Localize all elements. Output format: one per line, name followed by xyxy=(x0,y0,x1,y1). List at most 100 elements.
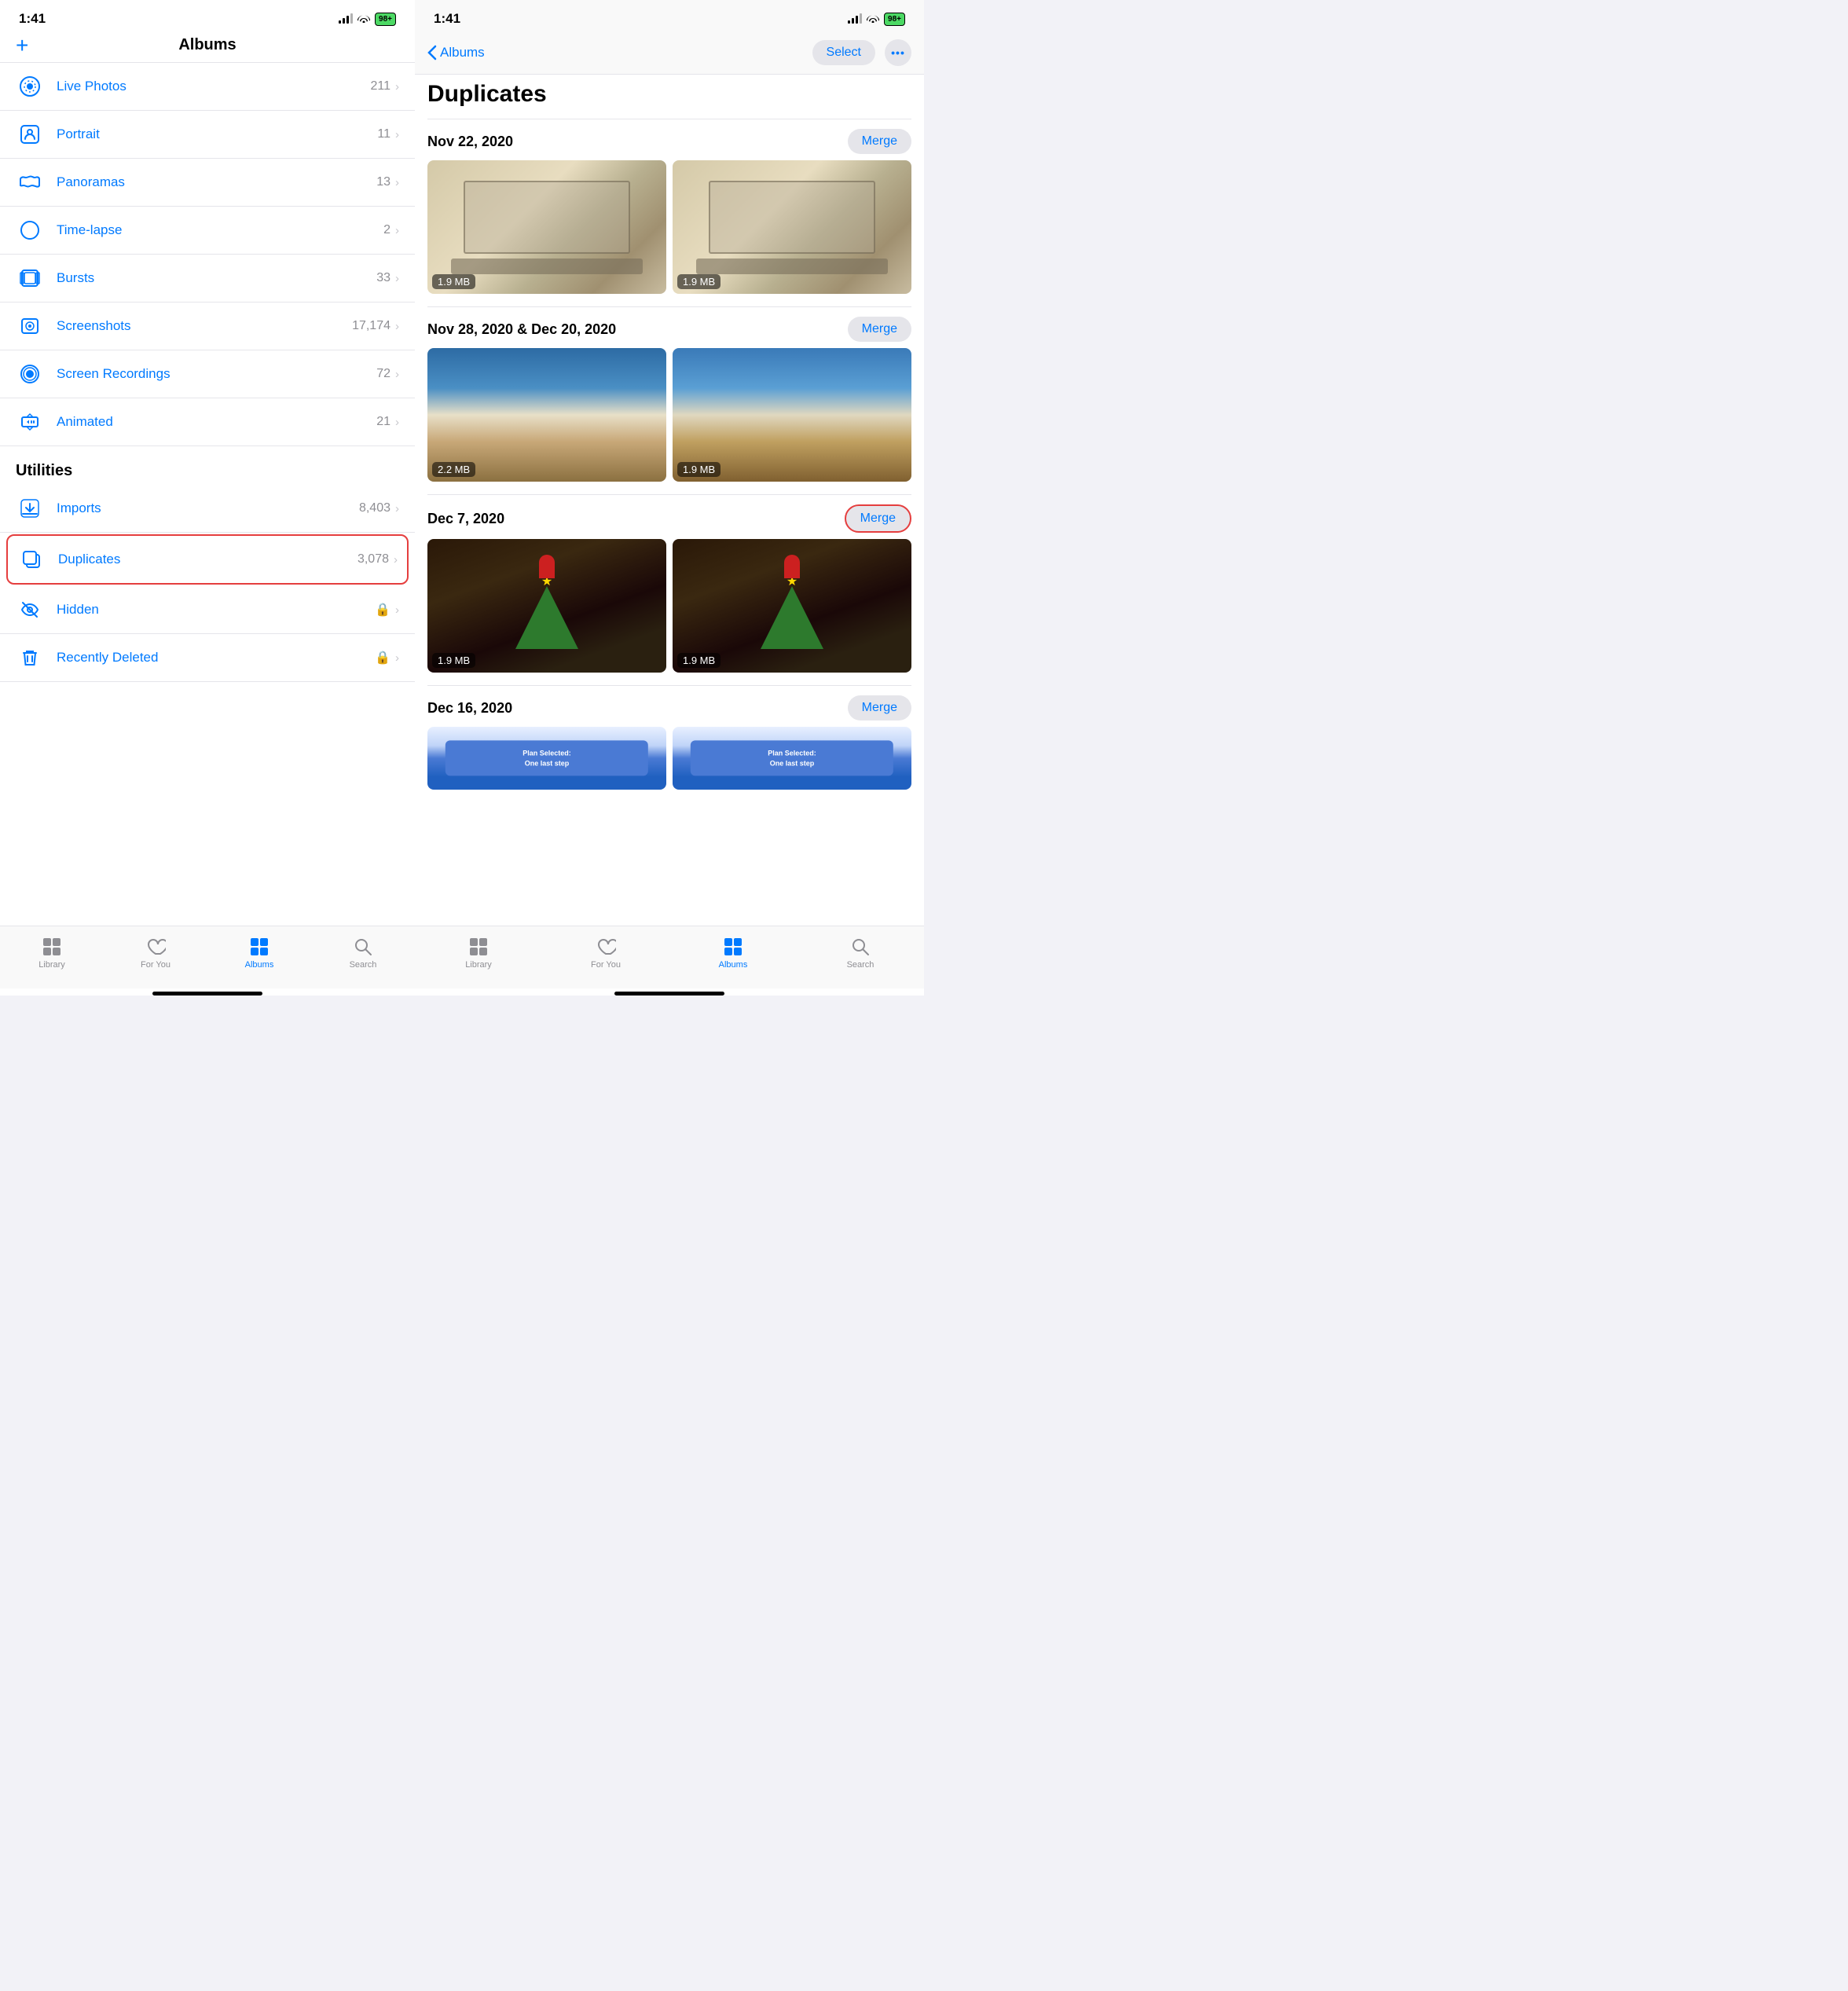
right-time: 1:41 xyxy=(434,11,460,27)
album-item-portrait[interactable]: Portrait 11 › xyxy=(0,111,415,159)
merge-button-4[interactable]: Merge xyxy=(848,695,911,720)
dup-group-header-4: Dec 16, 2020 Merge xyxy=(427,685,911,727)
merge-button-1[interactable]: Merge xyxy=(848,129,911,154)
album-name-hidden: Hidden xyxy=(57,602,375,618)
tab-albums-right[interactable]: Albums xyxy=(669,933,797,973)
albums-tab-label-right: Albums xyxy=(719,960,748,970)
bursts-icon xyxy=(16,264,44,292)
dup-photos-2: 2.2 MB 1.9 MB xyxy=(427,348,911,482)
right-panel: 1:41 98+ Albums Select ••• Duplicates xyxy=(415,0,924,996)
dup-photo-1b[interactable]: 1.9 MB xyxy=(673,160,911,294)
tab-for-you-left[interactable]: For You xyxy=(104,933,207,973)
wifi-icon xyxy=(358,13,370,25)
chevron-icon: › xyxy=(395,651,399,665)
album-count-live-photos: 211 xyxy=(370,79,390,94)
tab-search-right[interactable]: Search xyxy=(797,933,924,973)
album-item-hidden[interactable]: Hidden 🔒 › xyxy=(0,586,415,634)
for-you-tab-label: For You xyxy=(141,960,170,970)
imports-icon xyxy=(16,494,44,522)
chevron-icon: › xyxy=(395,416,399,429)
screenrecordings-icon xyxy=(16,360,44,388)
left-status-bar: 1:41 98+ xyxy=(0,0,415,33)
dup-photo-4b[interactable]: Plan Selected:One last step xyxy=(673,727,911,790)
back-label: Albums xyxy=(440,45,485,60)
album-item-screenshots[interactable]: Screenshots 17,174 › xyxy=(0,302,415,350)
duplicates-page-title: Duplicates xyxy=(427,81,911,108)
left-status-icons: 98+ xyxy=(339,13,396,26)
album-item-live-photos[interactable]: Live Photos 211 › xyxy=(0,63,415,111)
album-item-animated[interactable]: Animated 21 › xyxy=(0,398,415,446)
tab-library-left[interactable]: Library xyxy=(0,933,104,973)
battery-icon-right: 98+ xyxy=(884,13,905,26)
merge-button-3[interactable]: Merge xyxy=(845,504,911,533)
album-count-panoramas: 13 xyxy=(376,175,390,189)
library-tab-icon-right xyxy=(468,936,490,958)
album-item-screen-recordings[interactable]: Screen Recordings 72 › xyxy=(0,350,415,398)
battery-icon: 98+ xyxy=(375,13,396,26)
tab-for-you-right[interactable]: For You xyxy=(542,933,669,973)
tab-search-left[interactable]: Search xyxy=(311,933,415,973)
album-count-screen-recordings: 72 xyxy=(376,367,390,381)
duplicate-group-2: Nov 28, 2020 & Dec 20, 2020 Merge 2.2 MB… xyxy=(415,306,924,494)
album-item-recently-deleted[interactable]: Recently Deleted 🔒 › xyxy=(0,634,415,682)
albums-tab-icon-right xyxy=(722,936,744,958)
library-tab-label-right: Library xyxy=(465,960,492,970)
albums-tab-icon xyxy=(248,936,270,958)
album-count-animated: 21 xyxy=(376,415,390,429)
album-item-imports[interactable]: Imports 8,403 › xyxy=(0,485,415,533)
album-count-imports: 8,403 xyxy=(359,501,390,515)
album-count-timelapse: 2 xyxy=(383,223,390,237)
photo-size-badge-3b: 1.9 MB xyxy=(677,653,720,668)
left-time: 1:41 xyxy=(19,11,46,27)
right-nav-bar: Albums Select ••• xyxy=(415,33,924,75)
right-status-bar: 1:41 98+ xyxy=(415,0,924,33)
duplicates-scroll-area[interactable]: Nov 22, 2020 Merge 1.9 MB 1.9 MB Nov 28, xyxy=(415,119,924,926)
dup-group-header-3: Dec 7, 2020 Merge xyxy=(427,494,911,539)
album-name-bursts: Bursts xyxy=(57,270,376,286)
left-panel: 1:41 98+ + Albums xyxy=(0,0,415,996)
album-name-animated: Animated xyxy=(57,414,376,430)
search-tab-label-right: Search xyxy=(847,960,874,970)
plan-text-4b: Plan Selected:One last step xyxy=(691,740,893,776)
album-item-bursts[interactable]: Bursts 33 › xyxy=(0,255,415,302)
album-name-portrait: Portrait xyxy=(57,126,377,142)
back-button[interactable]: Albums xyxy=(427,45,485,60)
album-name-screenshots: Screenshots xyxy=(57,318,352,334)
portrait-icon xyxy=(16,120,44,148)
search-tab-icon-right xyxy=(849,936,871,958)
album-item-panoramas[interactable]: Panoramas 13 › xyxy=(0,159,415,207)
dup-photo-2a[interactable]: 2.2 MB xyxy=(427,348,666,482)
duplicate-group-4: Dec 16, 2020 Merge Plan Selected:One las… xyxy=(415,685,924,802)
home-indicator-left xyxy=(152,992,262,996)
duplicate-group-3: Dec 7, 2020 Merge ★ 1.9 MB ★ 1.9 MB xyxy=(415,494,924,685)
tab-albums-left[interactable]: Albums xyxy=(207,933,311,973)
dup-photo-2b[interactable]: 1.9 MB xyxy=(673,348,911,482)
plan-text-4a: Plan Selected:One last step xyxy=(446,740,648,776)
merge-button-2[interactable]: Merge xyxy=(848,317,911,342)
select-button[interactable]: Select xyxy=(812,40,875,65)
chevron-icon: › xyxy=(394,553,398,566)
album-name-panoramas: Panoramas xyxy=(57,174,376,190)
more-button[interactable]: ••• xyxy=(885,39,911,66)
dup-photo-3a[interactable]: ★ 1.9 MB xyxy=(427,539,666,673)
add-album-button[interactable]: + xyxy=(16,35,28,57)
dup-photo-1a[interactable]: 1.9 MB xyxy=(427,160,666,294)
chevron-icon: › xyxy=(395,272,399,285)
album-count-duplicates: 3,078 xyxy=(358,552,389,566)
album-item-timelapse[interactable]: Time-lapse 2 › xyxy=(0,207,415,255)
album-item-duplicates[interactable]: Duplicates 3,078 › xyxy=(6,534,409,585)
left-tab-bar: Library For You Albums xyxy=(0,926,415,988)
album-list: Live Photos 211 › Portrait 11 › Pa xyxy=(0,63,415,926)
chevron-icon: › xyxy=(395,80,399,94)
chevron-icon: › xyxy=(395,320,399,333)
dup-photo-3b[interactable]: ★ 1.9 MB xyxy=(673,539,911,673)
photo-size-badge-1a: 1.9 MB xyxy=(432,274,475,289)
albums-tab-label: Albums xyxy=(245,960,274,970)
dup-photos-4: Plan Selected:One last step Plan Selecte… xyxy=(427,727,911,790)
dup-photos-3: ★ 1.9 MB ★ 1.9 MB xyxy=(427,539,911,673)
dup-photo-4a[interactable]: Plan Selected:One last step xyxy=(427,727,666,790)
search-tab-icon xyxy=(352,936,374,958)
tab-library-right[interactable]: Library xyxy=(415,933,542,973)
dup-date-3: Dec 7, 2020 xyxy=(427,511,504,527)
album-name-recently-deleted: Recently Deleted xyxy=(57,650,375,666)
